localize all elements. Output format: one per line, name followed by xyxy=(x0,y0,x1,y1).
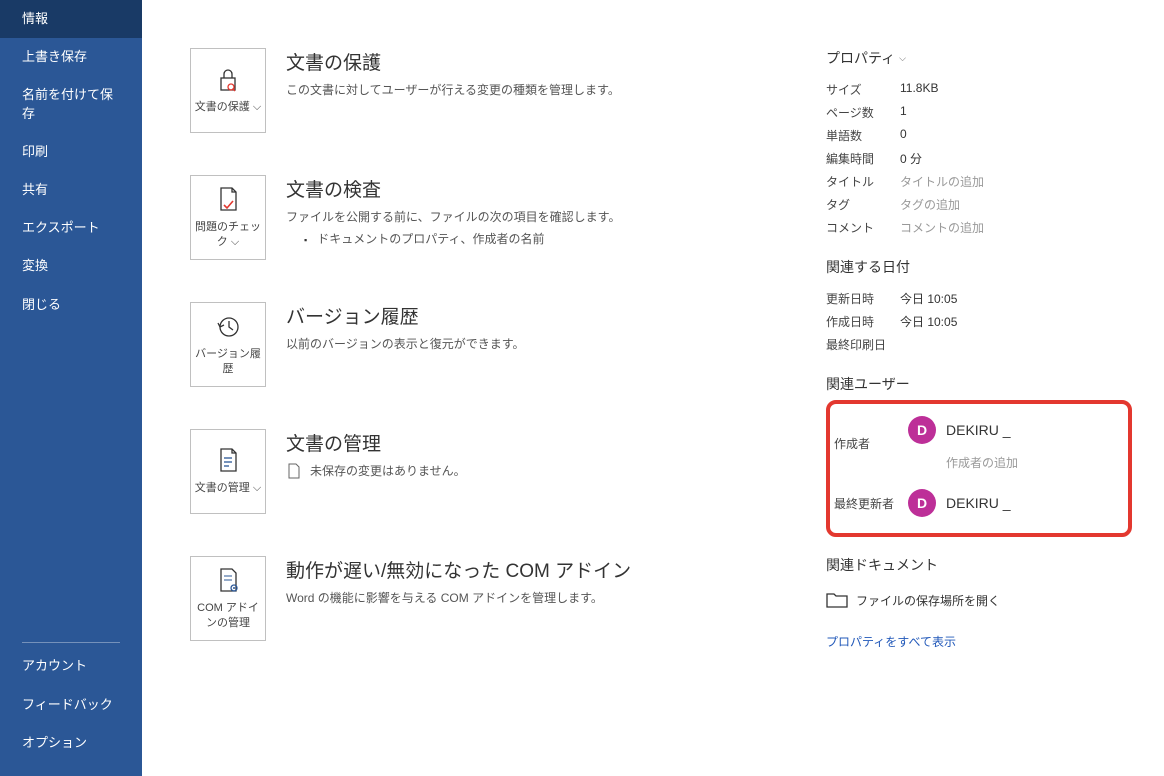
sidebar-item-info[interactable]: 情報 xyxy=(0,0,142,38)
prop-value-size: 11.8KB xyxy=(900,81,938,98)
date-created-label: 作成日時 xyxy=(826,313,900,330)
tile-label: バージョン履歴 xyxy=(193,347,263,376)
center-column: 文書の保護 ⌵ 文書の保護 この文書に対してユーザーが行える変更の種類を管理しま… xyxy=(190,48,806,756)
folder-icon xyxy=(826,591,848,609)
inspect-bullet: ドキュメントのプロパティ、作成者の名前 xyxy=(286,230,806,247)
chevron-down-icon: ⌵ xyxy=(899,53,906,64)
section-manage: 文書の管理 ⌵ 文書の管理 未保存の変更はありません。 xyxy=(190,429,806,514)
prop-label-words: 単語数 xyxy=(826,127,900,144)
section-desc-com: Word の機能に影響を与える COM アドインを管理します。 xyxy=(286,589,806,607)
date-created-value: 今日 10:05 xyxy=(900,313,957,330)
open-file-location-label: ファイルの保存場所を開く xyxy=(856,592,1000,609)
sidebar-item-print[interactable]: 印刷 xyxy=(0,133,142,171)
prop-value-edit-time: 0 分 xyxy=(900,150,922,167)
section-desc-history: 以前のバージョンの表示と復元ができます。 xyxy=(286,335,806,353)
tile-version-history[interactable]: バージョン履歴 xyxy=(190,302,266,387)
last-modified-by-label: 最終更新者 xyxy=(834,495,908,512)
prop-label-comment: コメント xyxy=(826,219,900,236)
document-check-icon xyxy=(212,184,244,216)
prop-value-words: 0 xyxy=(900,127,907,144)
document-manage-icon xyxy=(212,445,244,477)
related-dates-header: 関連する日付 xyxy=(826,257,1132,277)
gear-document-icon xyxy=(212,565,244,597)
sidebar-item-export[interactable]: エクスポート xyxy=(0,209,142,247)
avatar: D xyxy=(908,416,936,444)
section-protect: 文書の保護 ⌵ 文書の保護 この文書に対してユーザーが行える変更の種類を管理しま… xyxy=(190,48,806,133)
section-inspect: 問題のチェック ⌵ 文書の検査 ファイルを公開する前に、ファイルの次の項目を確認… xyxy=(190,175,806,260)
prop-label-pages: ページ数 xyxy=(826,104,900,121)
author-label: 作成者 xyxy=(834,435,908,452)
sidebar-item-convert[interactable]: 変換 xyxy=(0,247,142,285)
prop-label-edit-time: 編集時間 xyxy=(826,150,900,167)
sidebar-item-options[interactable]: オプション xyxy=(0,724,142,762)
sidebar-item-share[interactable]: 共有 xyxy=(0,171,142,209)
history-icon xyxy=(212,311,244,343)
related-dates-block: 関連する日付 更新日時今日 10:05 作成日時今日 10:05 最終印刷日 xyxy=(826,257,1132,356)
last-modified-by-chip[interactable]: D DEKIRU _ xyxy=(908,489,1120,517)
section-title-protect: 文書の保護 xyxy=(286,48,806,75)
section-title-com: 動作が遅い/無効になった COM アドイン xyxy=(286,556,806,583)
author-name: DEKIRU _ xyxy=(946,422,1011,438)
prop-label-title: タイトル xyxy=(826,173,900,190)
manage-none-text: 未保存の変更はありません。 xyxy=(310,462,466,479)
last-modified-by-name: DEKIRU _ xyxy=(946,495,1011,511)
author-chip[interactable]: D DEKIRU _ xyxy=(908,416,1120,444)
sidebar-item-feedback[interactable]: フィードバック xyxy=(0,686,142,724)
sidebar-item-save[interactable]: 上書き保存 xyxy=(0,38,142,76)
section-title-inspect: 文書の検査 xyxy=(286,175,806,202)
section-desc-inspect: ファイルを公開する前に、ファイルの次の項目を確認します。 xyxy=(286,208,806,226)
backstage-sidebar: 情報 上書き保存 名前を付けて保存 印刷 共有 エクスポート 変換 閉じる アカ… xyxy=(0,0,142,776)
avatar: D xyxy=(908,489,936,517)
date-modified-value: 今日 10:05 xyxy=(900,290,957,307)
related-documents-header: 関連ドキュメント xyxy=(826,555,1132,575)
section-history: バージョン履歴 バージョン履歴 以前のバージョンの表示と復元ができます。 xyxy=(190,302,806,387)
related-users-header: 関連ユーザー xyxy=(826,374,1132,394)
open-file-location[interactable]: ファイルの保存場所を開く xyxy=(826,585,1132,615)
tile-protect-document[interactable]: 文書の保護 ⌵ xyxy=(190,48,266,133)
prop-value-title[interactable]: タイトルの追加 xyxy=(900,173,984,190)
related-users-block: 関連ユーザー 作成者 D DEKIRU _ 作成者の追加 最終更新者 xyxy=(826,374,1132,537)
document-small-icon xyxy=(286,463,302,479)
prop-label-tag: タグ xyxy=(826,196,900,213)
properties-column: プロパティ⌵ サイズ11.8KB ページ数1 単語数0 編集時間0 分 タイトル… xyxy=(806,48,1146,756)
prop-label-size: サイズ xyxy=(826,81,900,98)
tile-manage-document[interactable]: 文書の管理 ⌵ xyxy=(190,429,266,514)
related-documents-block: 関連ドキュメント ファイルの保存場所を開く xyxy=(826,555,1132,615)
related-users-highlight: 作成者 D DEKIRU _ 作成者の追加 最終更新者 D DE xyxy=(826,400,1132,537)
main-panel: 文書の保護 ⌵ 文書の保護 この文書に対してユーザーが行える変更の種類を管理しま… xyxy=(142,0,1164,776)
date-printed-label: 最終印刷日 xyxy=(826,336,900,353)
tile-label: COM アドインの管理 xyxy=(193,601,263,630)
sidebar-item-saveas[interactable]: 名前を付けて保存 xyxy=(0,76,142,132)
date-modified-label: 更新日時 xyxy=(826,290,900,307)
prop-value-tag[interactable]: タグの追加 xyxy=(900,196,960,213)
properties-dropdown[interactable]: プロパティ⌵ xyxy=(826,48,1132,68)
section-com-addins: COM アドインの管理 動作が遅い/無効になった COM アドイン Word の… xyxy=(190,556,806,641)
properties-block: プロパティ⌵ サイズ11.8KB ページ数1 単語数0 編集時間0 分 タイトル… xyxy=(826,48,1132,239)
tile-label: 文書の保護 ⌵ xyxy=(195,100,261,114)
sidebar-item-close[interactable]: 閉じる xyxy=(0,286,142,324)
tile-manage-com-addins[interactable]: COM アドインの管理 xyxy=(190,556,266,641)
add-author-link[interactable]: 作成者の追加 xyxy=(946,454,1120,471)
prop-value-pages: 1 xyxy=(900,104,907,121)
section-desc-protect: この文書に対してユーザーが行える変更の種類を管理します。 xyxy=(286,81,806,99)
show-all-properties-link[interactable]: プロパティをすべて表示 xyxy=(826,633,1132,650)
section-title-manage: 文書の管理 xyxy=(286,429,806,456)
tile-label: 問題のチェック ⌵ xyxy=(193,220,263,249)
lock-icon xyxy=(212,64,244,96)
sidebar-divider xyxy=(22,642,120,643)
section-title-history: バージョン履歴 xyxy=(286,302,806,329)
sidebar-item-account[interactable]: アカウント xyxy=(0,647,142,685)
tile-label: 文書の管理 ⌵ xyxy=(195,481,261,495)
prop-value-comment[interactable]: コメントの追加 xyxy=(900,219,984,236)
manage-none-row: 未保存の変更はありません。 xyxy=(286,462,806,479)
tile-check-issues[interactable]: 問題のチェック ⌵ xyxy=(190,175,266,260)
